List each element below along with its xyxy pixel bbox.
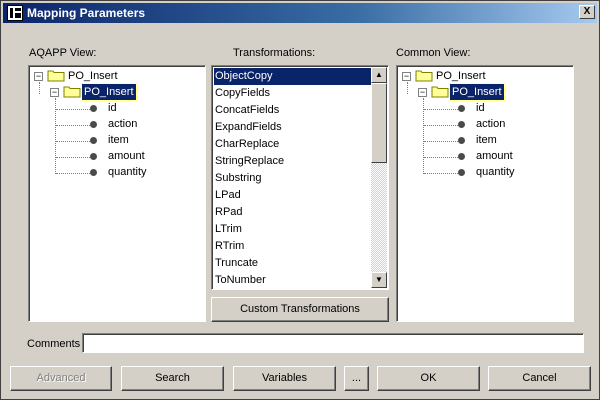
tree-field-label: item (476, 134, 497, 146)
arrow-up-icon[interactable]: ▲ (371, 67, 387, 83)
bullet-icon (458, 153, 465, 160)
bullet-icon (458, 137, 465, 144)
minus-box-icon[interactable]: − (418, 88, 427, 97)
minus-box-icon[interactable]: − (402, 72, 411, 81)
tree-label-child: PO_Insert (449, 83, 505, 101)
transformations-list[interactable]: ObjectCopy CopyFields ConcatFields Expan… (211, 65, 389, 290)
tree-label-root: PO_Insert (68, 70, 118, 82)
ok-button[interactable]: OK (377, 366, 480, 391)
bullet-icon (90, 137, 97, 144)
bullet-icon (90, 105, 97, 112)
list-item[interactable]: ToNumber (214, 272, 372, 289)
tree-field-label: item (108, 134, 129, 146)
ellipsis-button[interactable]: ... (344, 366, 369, 391)
tree-field[interactable]: id (397, 100, 573, 116)
common-view-label: Common View: (396, 47, 471, 59)
list-item[interactable]: LTrim (214, 221, 372, 238)
tree-field-label: action (476, 118, 506, 130)
list-item[interactable]: CharReplace (214, 136, 372, 153)
tree-field[interactable]: action (397, 116, 573, 132)
tree-node-root[interactable]: − PO_Insert (29, 68, 205, 84)
tree-field-label: quantity (476, 166, 515, 178)
tree-field-label: action (108, 118, 138, 130)
list-item[interactable]: ConcatFields (214, 102, 372, 119)
tree-field[interactable]: amount (397, 148, 573, 164)
advanced-button[interactable]: Advanced (10, 366, 112, 391)
bullet-icon (90, 121, 97, 128)
minus-box-icon[interactable]: − (34, 72, 43, 81)
arrow-down-icon[interactable]: ▼ (371, 272, 387, 288)
bullet-icon (458, 169, 465, 176)
tree-field[interactable]: action (29, 116, 205, 132)
tree-field-label: amount (476, 150, 513, 162)
transformations-label: Transformations: (233, 47, 316, 59)
tree-node-child[interactable]: − PO_Insert (29, 83, 205, 101)
mapping-parameters-dialog: Mapping Parameters X AQAPP View: Transfo… (0, 0, 600, 400)
transformations-scrollbar[interactable]: ▲ ▼ (371, 67, 387, 288)
tree-field[interactable]: id (29, 100, 205, 116)
title-bar[interactable]: Mapping Parameters X (3, 3, 597, 23)
minus-box-icon[interactable]: − (50, 88, 59, 97)
tree-field[interactable]: quantity (29, 164, 205, 180)
comments-label: Comments (27, 338, 81, 350)
tree-label-root: PO_Insert (436, 70, 486, 82)
tree-field[interactable]: quantity (397, 164, 573, 180)
tree-field-label: quantity (108, 166, 147, 178)
list-item[interactable]: ExpandFields (214, 119, 372, 136)
app-icon (7, 5, 23, 21)
list-item[interactable]: RTrim (214, 238, 372, 255)
bullet-icon (90, 153, 97, 160)
close-icon: X (583, 6, 591, 17)
bullet-icon (458, 105, 465, 112)
cancel-button[interactable]: Cancel (488, 366, 591, 391)
variables-button[interactable]: Variables (233, 366, 336, 391)
aqapp-view-label: AQAPP View: (29, 47, 97, 59)
folder-icon (63, 86, 81, 98)
bullet-icon (90, 169, 97, 176)
list-item[interactable]: Substring (214, 170, 372, 187)
tree-label-child: PO_Insert (81, 83, 137, 101)
tree-node-child[interactable]: − PO_Insert (397, 83, 573, 101)
search-button[interactable]: Search (121, 366, 224, 391)
aqapp-view-tree[interactable]: − PO_Insert − PO_Insert id action item a… (28, 65, 206, 322)
tree-field-label: id (108, 102, 117, 114)
comments-input[interactable] (82, 333, 584, 353)
folder-icon (415, 70, 433, 82)
list-item[interactable]: RPad (214, 204, 372, 221)
list-item[interactable]: Truncate (214, 255, 372, 272)
window-title: Mapping Parameters (27, 6, 146, 20)
tree-field-label: id (476, 102, 485, 114)
folder-icon (47, 70, 65, 82)
list-item[interactable]: ObjectCopy (214, 68, 372, 85)
folder-icon (431, 86, 449, 98)
common-view-tree[interactable]: − PO_Insert − PO_Insert id action item a… (396, 65, 574, 322)
tree-field[interactable]: amount (29, 148, 205, 164)
list-item[interactable]: StringReplace (214, 153, 372, 170)
tree-field[interactable]: item (397, 132, 573, 148)
list-item[interactable]: LPad (214, 187, 372, 204)
custom-transformations-button[interactable]: Custom Transformations (211, 297, 389, 322)
tree-field-label: amount (108, 150, 145, 162)
scrollbar-thumb[interactable] (371, 83, 387, 163)
list-item[interactable]: CopyFields (214, 85, 372, 102)
close-button[interactable]: X (579, 5, 595, 19)
bullet-icon (458, 121, 465, 128)
tree-node-root[interactable]: − PO_Insert (397, 68, 573, 84)
tree-field[interactable]: item (29, 132, 205, 148)
